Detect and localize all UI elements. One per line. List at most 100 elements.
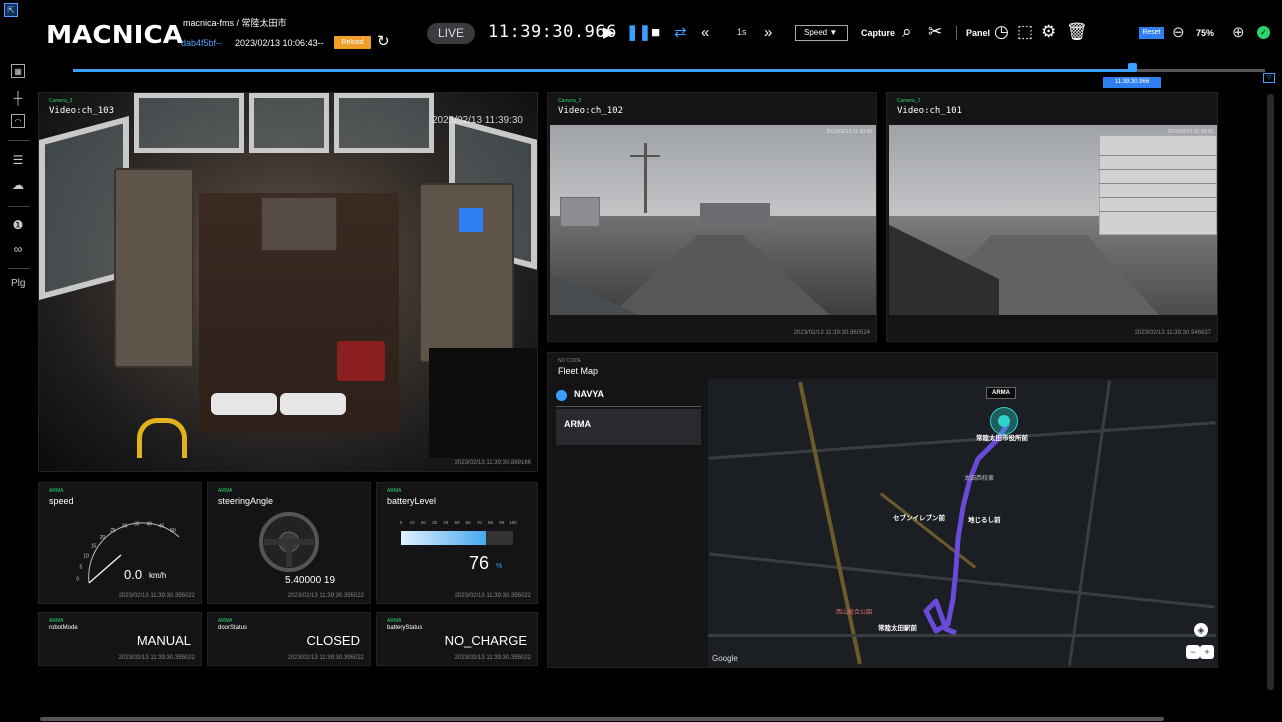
timeline-collapse-icon[interactable]: ▽ (1263, 73, 1275, 83)
project-hash-link[interactable]: dab4f5bf-- (181, 38, 222, 48)
map-zoom-out-icon[interactable]: − (1186, 645, 1200, 659)
gauge-timestamp: 2023/02/13 11:39:30.395022 (118, 593, 195, 599)
stop-label[interactable]: 常陸太田駅前 (878, 622, 917, 632)
refresh-icon[interactable]: ↻ (377, 32, 390, 50)
camera-panel-ch101[interactable]: Camera_2 Video:ch_101 2023/02/13 11:39:3… (886, 92, 1218, 342)
camera-timestamp: 2023/02/13 11:39:30.946837 (1134, 330, 1211, 336)
plugin-label[interactable]: Plg (11, 278, 25, 289)
project-date-range: 2023/02/13 10:06:43-- (235, 38, 324, 48)
list-icon[interactable]: ☰ (11, 153, 25, 167)
status-title: robotMode (49, 625, 78, 631)
trash-icon[interactable]: 🗑 (1066, 22, 1088, 42)
robot-mode-panel[interactable]: ARMA robotMode MANUAL 2023/02/13 11:39:3… (38, 612, 202, 666)
rewind-icon[interactable]: « (701, 24, 709, 42)
battery-level-panel[interactable]: ARMA batteryLevel 0 10 20 30 40 50 60 70 80 90 100… (376, 482, 538, 604)
zoom-in-icon[interactable]: ⊕ (1232, 23, 1245, 41)
capture-search-icon[interactable]: ⌕ (902, 22, 912, 42)
navya-radio[interactable] (556, 390, 567, 401)
camera-feed-ch102: 2023/02/13 11:39:30 (550, 125, 876, 315)
gauge-timestamp: 2023/02/13 11:39:30.395022 (287, 593, 364, 599)
map-place-label: 西山総合公園 (836, 610, 873, 616)
map-layers-icon[interactable]: ◈ (1194, 623, 1208, 637)
horizontal-scrollbar[interactable] (40, 717, 1164, 721)
seat-cushion (280, 393, 346, 415)
stop-label[interactable]: セブンイレブン前 (893, 512, 945, 522)
steering-value: 5.40000 19 (285, 575, 336, 586)
camera-overlay-time: 2023/02/13 11:39:30 (826, 129, 872, 135)
blue-box (459, 208, 483, 232)
camera-title: Video:ch_102 (558, 106, 624, 116)
building (560, 197, 600, 227)
bus-window (334, 93, 434, 153)
camera-title: Video:ch_103 (49, 106, 115, 116)
play-icon[interactable]: ▶ (603, 24, 615, 42)
battery-tick-label: 50 (454, 520, 460, 525)
pause-icon[interactable]: ❚❚ (626, 24, 651, 42)
office-building (1099, 135, 1217, 235)
gauge-source: ARMA (218, 488, 233, 494)
fleet-vehicle-arma[interactable]: ARMA (556, 409, 701, 445)
speed-dropdown[interactable]: Speed ▼ (795, 25, 848, 41)
camera-timestamp: 2023/02/13 11:39:30.960524 (793, 330, 870, 336)
battery-status-panel[interactable]: ARMA batteryStatus NO_CHARGE 2023/02/13 … (376, 612, 538, 666)
status-title: doorStatus (218, 625, 248, 631)
fleet-map[interactable]: ARMA 常陸太田市役所前 セブンイレブン前 地じるし前 常陸太田駅前 太田西校… (708, 379, 1216, 667)
timeline-handle[interactable] (1128, 63, 1137, 72)
panel-clock-icon[interactable]: ◷ (994, 22, 1009, 42)
link-icon[interactable]: ∞ (11, 242, 25, 256)
camera-panel-ch102[interactable]: Camera_2 Video:ch_102 2023/02/13 11:39:3… (547, 92, 877, 342)
speed-gauge-panel[interactable]: ARMA speed 0 5 10 15 20 25 30 35 40 45 50 0.0 km/h… (38, 482, 202, 604)
info-icon[interactable]: ❶ (11, 218, 25, 232)
camera-panel-ch103[interactable]: Camera_3 Video:ch_103 2023/02/13 11:39:3… (38, 92, 538, 472)
status-source: ARMA (49, 618, 64, 624)
battery-bar-fill (401, 531, 487, 545)
stop-label[interactable]: 常陸太田市役所前 (976, 432, 1028, 442)
steering-angle-panel[interactable]: ARMA steeringAngle 5.40000 19 2023/02/13… (207, 482, 371, 604)
battery-bar (401, 531, 513, 545)
loop-icon[interactable]: ⇄ (674, 24, 687, 42)
battery-tick-label: 10 (409, 520, 415, 525)
battery-tick-label: 70 (476, 520, 482, 525)
map-place-label: 太田西校東 (964, 476, 995, 482)
cloud-upload-icon[interactable]: ☁ (11, 178, 25, 192)
gauge-source: ARMA (49, 488, 64, 494)
google-logo: Google (712, 654, 738, 663)
status-timestamp: 2023/02/13 11:39:30.395022 (454, 655, 531, 661)
status-value: CLOSED (306, 633, 360, 648)
live-button[interactable]: LIVE (427, 23, 475, 44)
vehicle-marker-core (998, 415, 1010, 427)
speed-tick-label: 40 (146, 521, 152, 527)
panel-select-icon[interactable]: ⬚ (1017, 22, 1033, 42)
camera-source: Camera_2 (897, 98, 921, 104)
camera-source: Camera_2 (558, 98, 582, 104)
building (700, 203, 770, 225)
camera-overlay-time: 2023/02/13 11:39:30 (1167, 129, 1213, 135)
step-interval[interactable]: 1s (737, 27, 747, 37)
speed-unit: km/h (149, 571, 167, 580)
timeline-slider[interactable] (73, 69, 1265, 72)
divider (956, 26, 957, 40)
fast-forward-icon[interactable]: » (764, 24, 772, 42)
capture-label: Capture (861, 28, 896, 38)
speed-needle (88, 554, 122, 584)
zoom-out-icon[interactable]: ⊖ (1172, 23, 1185, 41)
speed-tick-label: 30 (122, 524, 128, 530)
reload-button[interactable]: Reload (334, 36, 371, 49)
status-title: batteryStatus (387, 625, 423, 631)
scissors-icon[interactable]: ✂ (928, 22, 942, 42)
door-status-panel[interactable]: ARMA doorStatus CLOSED 2023/02/13 11:39:… (207, 612, 371, 666)
grid-icon[interactable]: ▦ (11, 64, 25, 78)
crosshair-icon[interactable]: ┼ (11, 91, 25, 105)
panel-settings-icon[interactable]: ⚙ (1041, 22, 1056, 42)
reset-button[interactable]: Reset (1139, 27, 1164, 39)
gauge-icon[interactable]: ◠ (11, 114, 25, 128)
stop-icon[interactable]: ■ (651, 24, 660, 42)
speed-value: 0.0 (124, 567, 143, 582)
expand-icon[interactable]: ⇱ (4, 3, 18, 17)
left-rail: ▦ ┼ ◠ ☰ ☁ ❶ ∞ Plg (0, 60, 36, 360)
vertical-scrollbar[interactable] (1267, 94, 1274, 690)
speed-tick-label: 25 (110, 528, 116, 534)
stop-label[interactable]: 地じるし前 (968, 514, 1001, 524)
fleet-group-navya[interactable]: NAVYA (574, 389, 604, 399)
map-zoom-in-icon[interactable]: + (1200, 645, 1214, 659)
